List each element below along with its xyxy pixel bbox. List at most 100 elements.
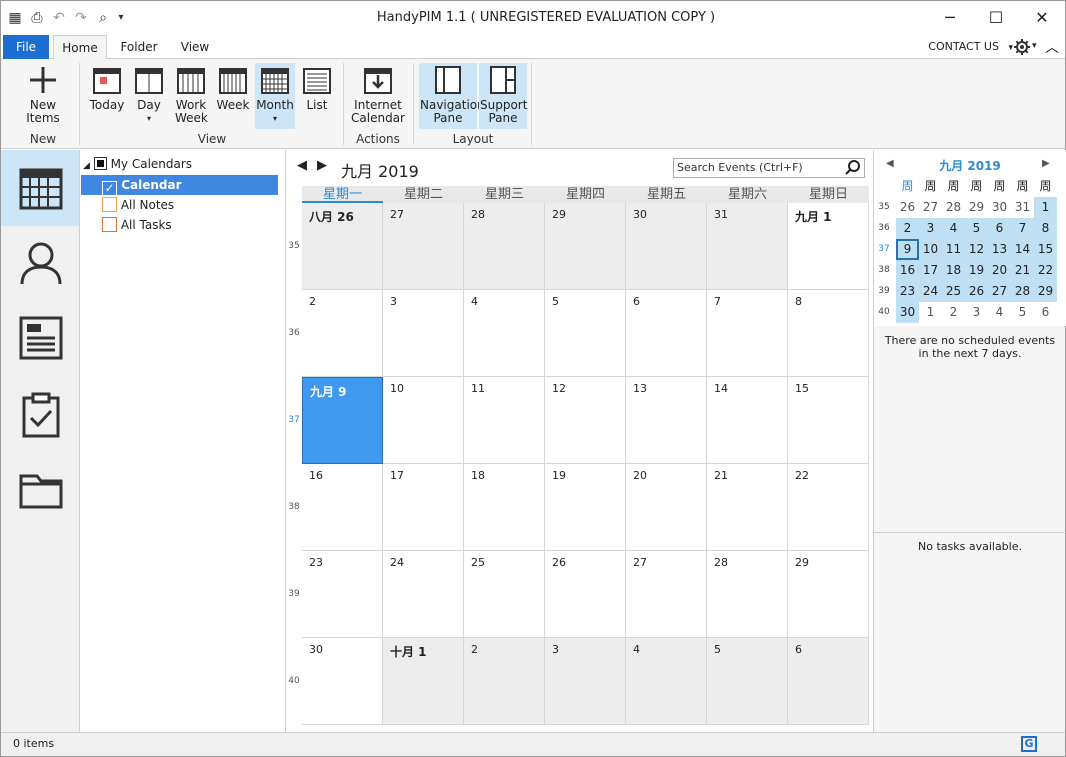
- minimize-button[interactable]: ─: [927, 1, 973, 35]
- day-cell[interactable]: 10: [383, 377, 464, 464]
- nav-contacts-button[interactable]: [1, 226, 79, 302]
- month-button[interactable]: Month ▾: [255, 63, 295, 129]
- mini-day[interactable]: 27: [919, 197, 942, 218]
- day-cell[interactable]: 12: [545, 377, 626, 464]
- mini-day[interactable]: 10: [919, 239, 942, 260]
- folder-item-all-tasks[interactable]: All Tasks: [102, 215, 172, 235]
- day-cell[interactable]: 八月 26: [302, 203, 383, 290]
- tab-view[interactable]: View: [171, 35, 219, 59]
- mini-day[interactable]: 29: [1034, 281, 1057, 302]
- contact-us-link[interactable]: CONTACT US ▾: [928, 40, 1013, 53]
- day-cell[interactable]: 27: [383, 203, 464, 290]
- day-cell[interactable]: 8: [788, 290, 869, 377]
- mini-day[interactable]: 18: [942, 260, 965, 281]
- day-cell[interactable]: 24: [383, 551, 464, 638]
- settings-gear-icon[interactable]: [1013, 38, 1031, 56]
- mini-day[interactable]: 29: [965, 197, 988, 218]
- mini-day[interactable]: 4: [988, 302, 1011, 323]
- day-cell[interactable]: 26: [545, 551, 626, 638]
- day-cell[interactable]: 30: [302, 638, 383, 725]
- mini-day[interactable]: 4: [942, 218, 965, 239]
- close-button[interactable]: ✕: [1019, 1, 1065, 35]
- mini-day[interactable]: 20: [988, 260, 1011, 281]
- work-week-button[interactable]: Work Week: [171, 63, 211, 129]
- mini-day[interactable]: 7: [1011, 218, 1034, 239]
- maximize-button[interactable]: ☐: [973, 1, 1019, 35]
- settings-dropdown-icon[interactable]: ▾: [1032, 41, 1037, 51]
- day-cell[interactable]: 22: [788, 464, 869, 551]
- mini-day[interactable]: 17: [919, 260, 942, 281]
- mini-day[interactable]: 19: [965, 260, 988, 281]
- search-input[interactable]: Search Events (Ctrl+F): [673, 158, 865, 178]
- mini-day[interactable]: 5: [965, 218, 988, 239]
- mini-day[interactable]: 5: [1011, 302, 1034, 323]
- mini-day[interactable]: 3: [965, 302, 988, 323]
- nav-tasks-button[interactable]: [1, 378, 79, 454]
- mini-day[interactable]: 6: [988, 218, 1011, 239]
- mini-day[interactable]: 30: [988, 197, 1011, 218]
- day-cell[interactable]: 31: [707, 203, 788, 290]
- day-cell[interactable]: 15: [788, 377, 869, 464]
- day-cell[interactable]: 4: [464, 290, 545, 377]
- day-cell[interactable]: 23: [302, 551, 383, 638]
- new-items-button[interactable]: New Items: [13, 63, 73, 129]
- mini-day[interactable]: 24: [919, 281, 942, 302]
- mini-day[interactable]: 1: [1034, 197, 1057, 218]
- day-cell[interactable]: 九月 1: [788, 203, 869, 290]
- mini-day[interactable]: 11: [942, 239, 965, 260]
- nav-calendar-button[interactable]: [1, 150, 79, 226]
- tab-home[interactable]: Home: [53, 35, 107, 60]
- folder-item-all-notes[interactable]: All Notes: [102, 195, 174, 215]
- check-icon[interactable]: ✓: [102, 181, 117, 196]
- folder-item-calendar[interactable]: ✓ Calendar: [81, 175, 278, 196]
- support-pane-button[interactable]: Support Pane: [479, 63, 527, 129]
- day-cell[interactable]: 28: [707, 551, 788, 638]
- day-cell[interactable]: 3: [383, 290, 464, 377]
- mini-day[interactable]: 1: [919, 302, 942, 323]
- day-cell[interactable]: 5: [707, 638, 788, 725]
- nav-notes-button[interactable]: [1, 302, 79, 378]
- today-button[interactable]: Today: [87, 63, 127, 129]
- mini-day[interactable]: 27: [988, 281, 1011, 302]
- handypim-logo-icon[interactable]: G: [1021, 736, 1037, 752]
- search-icon[interactable]: [845, 160, 861, 176]
- day-cell[interactable]: 18: [464, 464, 545, 551]
- mixed-checkbox[interactable]: [93, 157, 107, 170]
- tasks-checkbox[interactable]: [102, 217, 117, 232]
- day-cell[interactable]: 17: [383, 464, 464, 551]
- mini-next-icon[interactable]: ▶: [1042, 158, 1050, 169]
- mini-day[interactable]: 13: [988, 239, 1011, 260]
- mini-day[interactable]: 2: [896, 218, 919, 239]
- nav-folders-button[interactable]: [1, 454, 79, 530]
- day-cell[interactable]: 11: [464, 377, 545, 464]
- navigation-pane-button[interactable]: Navigation Pane: [419, 63, 485, 129]
- day-button[interactable]: Day ▾: [129, 63, 169, 129]
- tab-folder[interactable]: Folder: [113, 35, 165, 59]
- mini-day[interactable]: 16: [896, 260, 919, 281]
- tab-file[interactable]: File: [3, 35, 49, 59]
- day-cell[interactable]: 20: [626, 464, 707, 551]
- mini-day[interactable]: 9: [896, 239, 919, 260]
- day-cell[interactable]: 14: [707, 377, 788, 464]
- mini-day[interactable]: 31: [1011, 197, 1034, 218]
- mini-day[interactable]: 2: [942, 302, 965, 323]
- day-cell[interactable]: 6: [788, 638, 869, 725]
- day-cell[interactable]: 16: [302, 464, 383, 551]
- day-cell[interactable]: 19: [545, 464, 626, 551]
- mini-day[interactable]: 3: [919, 218, 942, 239]
- day-cell[interactable]: 6: [626, 290, 707, 377]
- day-cell[interactable]: 7: [707, 290, 788, 377]
- mini-day[interactable]: 28: [1011, 281, 1034, 302]
- mini-day[interactable]: 12: [965, 239, 988, 260]
- mini-day[interactable]: 14: [1011, 239, 1034, 260]
- day-cell[interactable]: 27: [626, 551, 707, 638]
- day-cell[interactable]: 29: [545, 203, 626, 290]
- mini-day[interactable]: 21: [1011, 260, 1034, 281]
- day-cell[interactable]: 30: [626, 203, 707, 290]
- my-calendars-node[interactable]: ◢ My Calendars: [83, 154, 192, 174]
- collapse-triangle-icon[interactable]: ◢: [83, 161, 90, 171]
- internet-calendar-button[interactable]: Internet Calendar: [349, 63, 407, 129]
- day-cell[interactable]: 21: [707, 464, 788, 551]
- day-cell[interactable]: 25: [464, 551, 545, 638]
- day-cell[interactable]: 29: [788, 551, 869, 638]
